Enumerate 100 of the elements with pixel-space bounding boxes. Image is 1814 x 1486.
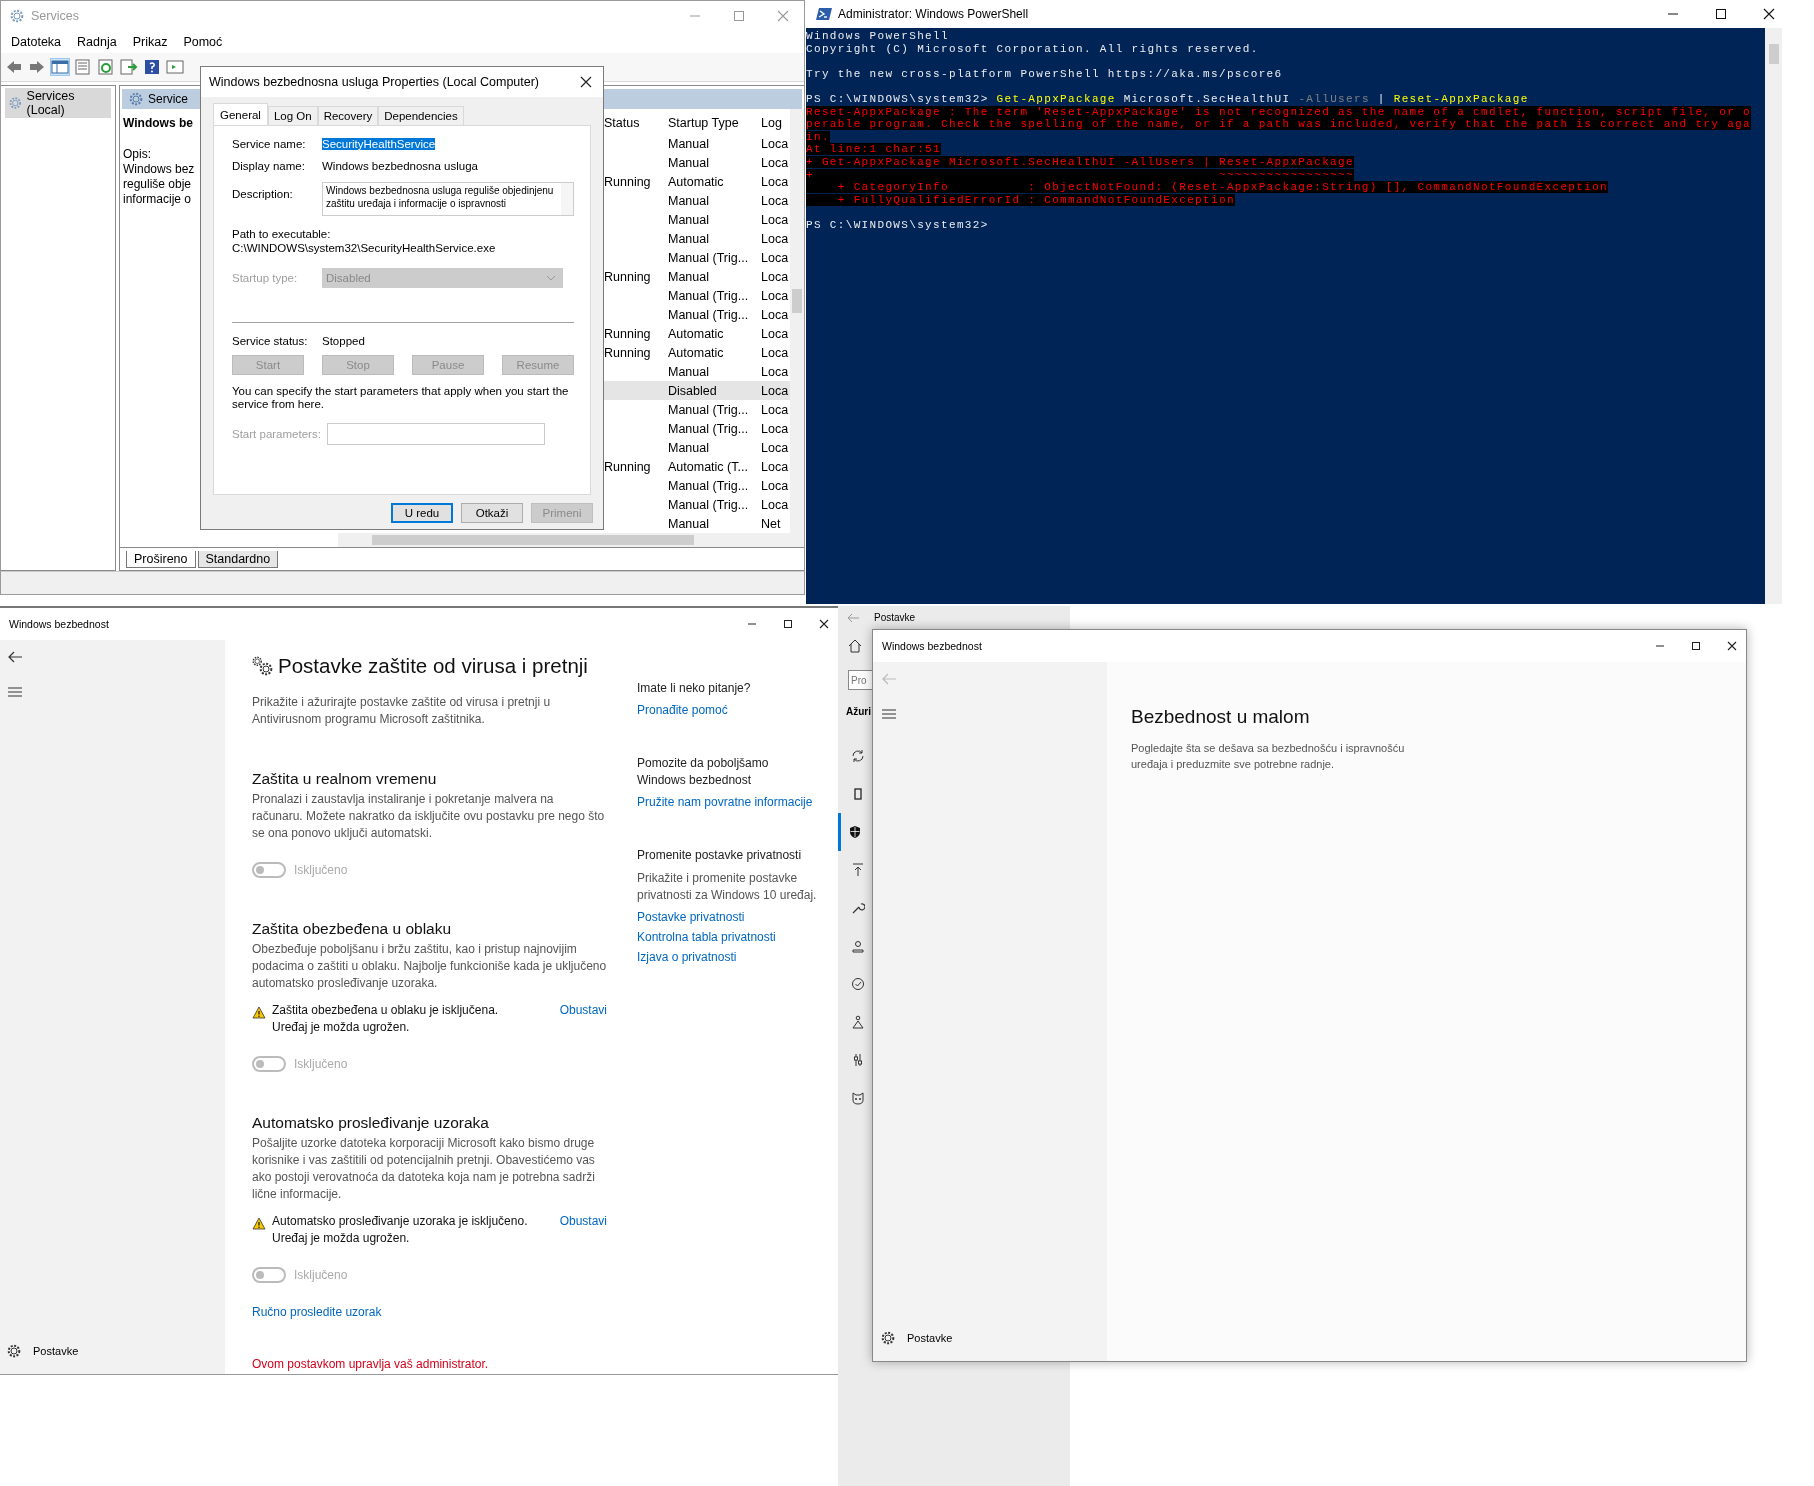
back-arrow-icon[interactable] xyxy=(7,650,23,664)
person-icon xyxy=(851,939,865,953)
link[interactable]: Postavke privatnosti xyxy=(637,910,817,924)
table-cell-text: Manual (Trig... xyxy=(667,421,750,436)
warning-icon xyxy=(252,1006,266,1019)
sync-icon xyxy=(851,749,865,763)
menu-item[interactable]: Pomoć xyxy=(183,35,223,49)
table-cell-text: Loca xyxy=(760,155,790,170)
tab[interactable]: General xyxy=(213,103,268,125)
help-icon[interactable] xyxy=(143,59,161,75)
table-cell-text: Running xyxy=(603,269,652,284)
window-title: Postavke xyxy=(874,612,916,623)
gear-icon xyxy=(9,8,25,24)
vertical-scrollbar[interactable] xyxy=(790,109,804,547)
maximize-icon[interactable] xyxy=(782,618,794,630)
vertical-scrollbar[interactable] xyxy=(1765,28,1782,604)
table-cell-text: Loca xyxy=(760,250,790,265)
home-icon[interactable] xyxy=(848,639,862,653)
description-field[interactable]: Windows bezbednosna usluga reguliše objedinjenu zaštitu uređaja i informacije o ispravnosti xyxy=(322,182,574,216)
close-icon[interactable] xyxy=(818,618,830,630)
column-header[interactable]: Startup Type xyxy=(664,116,757,131)
gears-icon xyxy=(252,656,274,676)
tab[interactable]: Standardno xyxy=(197,550,279,568)
settings-icon xyxy=(881,1331,895,1345)
table-cell-text: Manual (Trig... xyxy=(667,288,750,303)
gear-icon xyxy=(128,91,144,107)
link[interactable]: Obustavi xyxy=(559,1002,607,1019)
tab[interactable]: Log On xyxy=(267,106,318,125)
settings-nav-item[interactable]: Postavke xyxy=(881,1323,1107,1353)
tab[interactable]: Recovery xyxy=(317,106,379,125)
section-heading: Ažuri xyxy=(846,706,871,717)
toggle-switch[interactable] xyxy=(252,1056,286,1072)
table-cell-text: Loca xyxy=(760,193,790,208)
tab[interactable]: Dependencies xyxy=(378,106,464,125)
console-line: Copyright (C) Microsoft Corporation. All rights reserved. xyxy=(806,42,1260,56)
table-cell-text: Loca xyxy=(760,459,790,474)
table-cell-text: Manual (Trig... xyxy=(667,250,750,265)
list-icon[interactable] xyxy=(74,59,92,75)
link[interactable]: Ručno prosledite uzorak xyxy=(252,1305,382,1319)
display-name-value: Windows bezbednosna usluga xyxy=(322,160,478,172)
menu-item[interactable]: Datoteka xyxy=(11,35,62,49)
link[interactable]: Pružite nam povratne informacije xyxy=(637,795,817,809)
table-cell-text: Automatic xyxy=(667,174,725,189)
refresh-icon[interactable] xyxy=(97,59,115,75)
field-label: Service status: xyxy=(232,335,309,347)
menu-item[interactable]: Radnja xyxy=(77,35,117,49)
settings-nav-item[interactable]: Postavke xyxy=(7,1336,225,1366)
console-icon[interactable] xyxy=(166,59,184,75)
table-cell-text: Loca xyxy=(760,174,790,189)
sliders-icon xyxy=(851,1053,865,1067)
table-cell-text: Manual xyxy=(667,231,710,246)
horizontal-scrollbar[interactable] xyxy=(338,533,790,547)
maximize-icon[interactable] xyxy=(1690,640,1702,652)
maximize-icon[interactable] xyxy=(1714,7,1728,21)
tab[interactable]: Prošireno xyxy=(126,550,196,568)
table-cell-text: Loca xyxy=(760,345,790,360)
cat-face-icon xyxy=(851,1091,865,1105)
scrollbar[interactable] xyxy=(561,183,573,215)
window-title: Administrator: Windows PowerShell xyxy=(838,7,1029,21)
table-cell-text: Disabled xyxy=(667,383,718,398)
side-heading: Promenite postavke privatnosti xyxy=(637,847,803,864)
link[interactable]: Pronađite pomoć xyxy=(637,703,817,717)
table-cell-text: Loca xyxy=(760,497,790,512)
link[interactable]: Izjava o privatnosti xyxy=(637,950,817,964)
table-cell-text: Loca xyxy=(760,421,790,436)
table-cell-text: Manual xyxy=(667,269,710,284)
toggle-switch[interactable] xyxy=(252,1267,286,1283)
console-tree-icon[interactable] xyxy=(51,59,69,75)
console-line: + FullyQualifiedErrorId : CommandNotFoundException xyxy=(806,193,1765,207)
export-icon[interactable] xyxy=(120,59,138,75)
table-cell-text: Manual (Trig... xyxy=(667,497,750,512)
field-label: Service name: xyxy=(232,138,307,150)
dialog-button[interactable]: Otkaži xyxy=(461,503,523,523)
window-title: Services xyxy=(31,9,79,23)
search-field[interactable]: Pro xyxy=(848,670,872,690)
field-label: Description: xyxy=(232,187,294,200)
tree-item[interactable]: Services (Local) xyxy=(5,88,111,118)
dialog-button[interactable]: U redu xyxy=(391,503,453,523)
close-icon[interactable] xyxy=(1726,640,1738,652)
table-cell-text: Loca xyxy=(760,136,790,151)
column-header[interactable]: Status xyxy=(600,116,664,131)
toggle-switch[interactable] xyxy=(252,862,286,878)
toggle-label: Isključeno xyxy=(294,1057,348,1071)
close-icon[interactable] xyxy=(1762,7,1776,21)
table-cell-text: Running xyxy=(603,459,652,474)
service-name: Windows be xyxy=(123,116,193,131)
column-header[interactable]: Log xyxy=(757,116,790,131)
link[interactable]: Kontrolna tabla privatnosti xyxy=(637,930,817,944)
console-line: Try the new cross-platform PowerShell https://aka.ms/pscore6 xyxy=(806,67,1284,81)
phone-icon xyxy=(851,787,865,801)
close-icon[interactable] xyxy=(579,75,593,89)
menu-icon[interactable] xyxy=(8,686,22,698)
link[interactable]: Obustavi xyxy=(559,1213,607,1230)
table-cell-text: Manual xyxy=(667,155,710,170)
table-cell-text: Manual (Trig... xyxy=(667,307,750,322)
table-cell-text: Loca xyxy=(760,383,790,398)
forward-arrow-icon[interactable] xyxy=(28,59,46,75)
settings-icon xyxy=(7,1344,21,1358)
menu-icon[interactable] xyxy=(882,708,896,720)
menu-item[interactable]: Prikaz xyxy=(132,35,168,49)
